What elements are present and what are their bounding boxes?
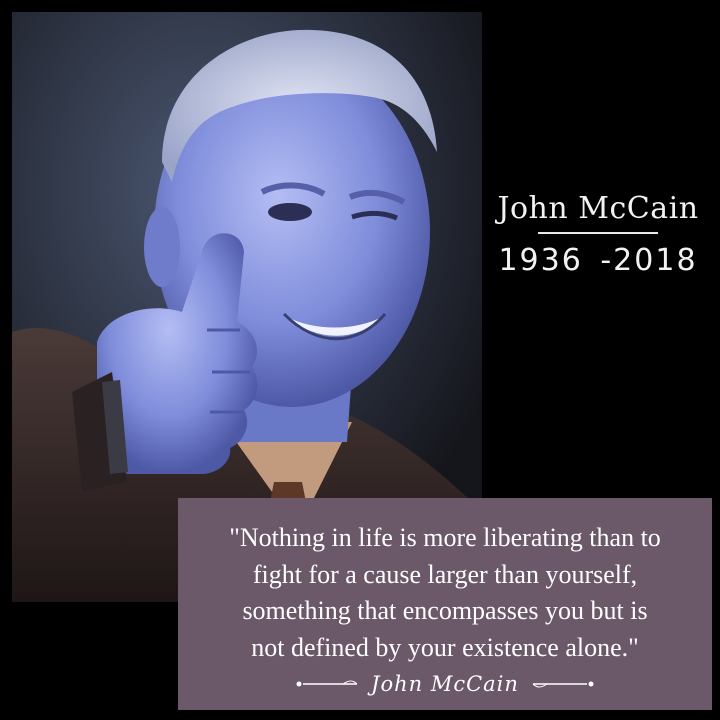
quote-line: fight for a cause larger than yourself,	[252, 559, 638, 589]
flourish-left-icon	[296, 680, 358, 687]
flourish-right-icon	[532, 681, 594, 688]
person-name: John McCain	[497, 191, 699, 226]
quote-line: not defined by your existence alone."	[251, 632, 639, 662]
quote-line: "Nothing in life is more liberating than…	[229, 523, 661, 552]
quote-line: something that encompasses you but is	[242, 596, 648, 625]
attribution-name: John McCain	[371, 672, 519, 696]
name-divider	[538, 232, 658, 234]
life-years: 1936 -2018	[498, 243, 698, 278]
quote-text: "Nothing in life is more liberating than…	[190, 520, 700, 666]
memorial-card: John McCain 1936 -2018 "Nothing in life …	[0, 0, 720, 720]
name-block: John McCain 1936 -2018	[488, 188, 708, 282]
quote-attribution: John McCain	[178, 672, 712, 696]
quote-box: "Nothing in life is more liberating than…	[178, 498, 712, 710]
